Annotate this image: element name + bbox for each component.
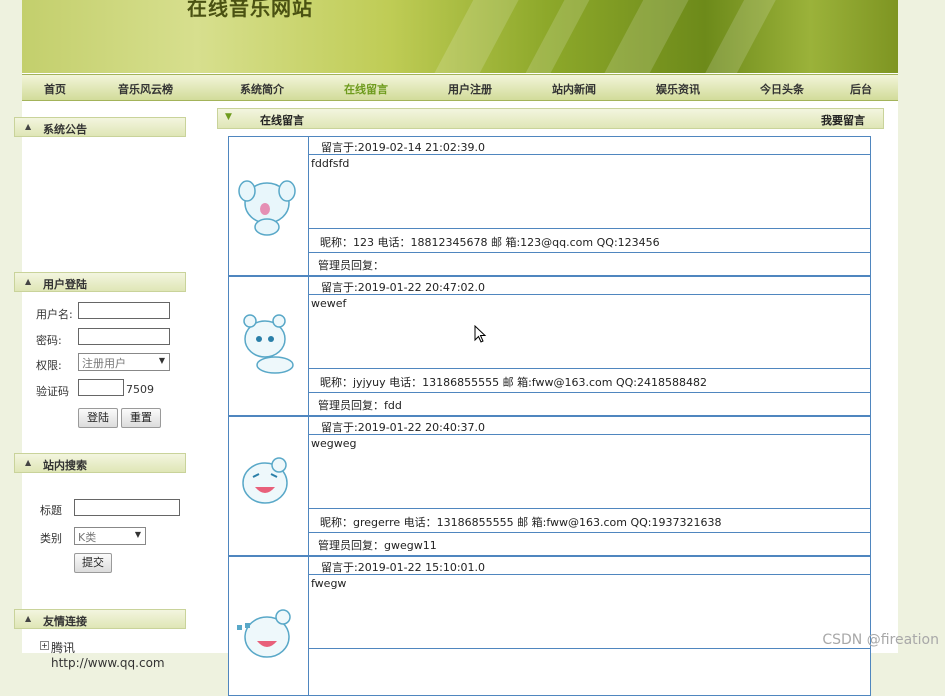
captcha-code: 7509 (126, 383, 154, 396)
message-content: fwegw (311, 577, 347, 590)
submit-search-button[interactable]: 提交 (74, 553, 112, 573)
main-nav: 首页 音乐风云榜 系统简介 在线留言 用户注册 站内新闻 娱乐资讯 今日头条 后… (22, 74, 898, 101)
role-select-value: 注册用户 (82, 357, 126, 370)
password-input[interactable] (78, 328, 170, 345)
search-header: ▲ 站内搜索 (14, 453, 186, 473)
message-time: 留言于:2019-01-22 20:40:37.0 (321, 421, 486, 434)
header-banner: 在线音乐网站 (22, 0, 898, 73)
admin-reply: 管理员回复：fdd (318, 399, 402, 412)
site-title: 在线音乐网站 (187, 0, 313, 20)
message-entry: 留言于:2019-02-14 21:02:39.0 fddfsfd 昵称：123… (228, 136, 871, 276)
message-time: 留言于:2019-02-14 21:02:39.0 (321, 141, 486, 154)
role-label: 权限: (36, 359, 62, 372)
message-entry: 留言于:2019-01-22 20:47:02.0 wewef 昵称：jyjyu… (228, 276, 871, 416)
sidebar: ▲ 系统公告 ▲ 用户登陆 用户名: 密码: 权限: 注册用户 ▼ 验证码 75… (8, 106, 186, 670)
admin-reply: 管理员回复：gwegw11 (318, 539, 437, 552)
category-select-value: K类 (78, 531, 97, 544)
mouse-cursor-icon (474, 325, 487, 343)
message-content: wewef (311, 297, 347, 310)
nav-register[interactable]: 用户注册 (448, 81, 492, 97)
chevron-down-icon: ▼ (158, 356, 165, 365)
chevron-down-icon: ▼ (134, 530, 141, 539)
login-title: 用户登陆 (43, 278, 87, 291)
nav-admin[interactable]: 后台 (850, 81, 872, 97)
search-title-label: 标题 (40, 504, 62, 517)
avatar (242, 457, 288, 504)
nav-headlines[interactable]: 今日头条 (760, 81, 804, 97)
avatar (237, 609, 291, 658)
message-content: fddfsfd (311, 157, 350, 170)
avatar-cell (229, 557, 309, 695)
leave-message-link[interactable]: 我要留言 (821, 112, 865, 128)
nav-music-chart[interactable]: 音乐风云榜 (118, 81, 173, 97)
expand-icon: + (40, 641, 49, 650)
avatar-cell (229, 417, 309, 555)
nav-online-message[interactable]: 在线留言 (344, 81, 388, 97)
avatar (238, 180, 296, 236)
reset-button[interactable]: 重置 (121, 408, 161, 428)
search-title-input[interactable] (74, 499, 180, 516)
admin-reply: 管理员回复： (318, 259, 384, 272)
nav-home[interactable]: 首页 (44, 81, 66, 97)
message-entry: 留言于:2019-01-22 15:10:01.0 fwegw (228, 556, 871, 696)
notice-title: 系统公告 (43, 123, 87, 136)
login-header: ▲ 用户登陆 (14, 272, 186, 292)
nav-entertainment[interactable]: 娱乐资讯 (656, 81, 700, 97)
message-entry: 留言于:2019-01-22 20:40:37.0 wegweg 昵称：greg… (228, 416, 871, 556)
watermark: CSDN @fireation (822, 632, 939, 648)
message-info: 昵称：jyjyuy 电话：13186855555 邮 箱:fww@163.com… (320, 376, 707, 389)
notice-header: ▲ 系统公告 (14, 117, 186, 137)
collapse-arrow-icon: ▲ (25, 122, 32, 131)
link-item[interactable]: 腾讯http://www.qq.com (51, 639, 180, 670)
collapse-arrow-icon: ▲ (25, 458, 32, 467)
captcha-input[interactable] (78, 379, 124, 396)
password-label: 密码: (36, 334, 62, 347)
nav-news[interactable]: 站内新闻 (552, 81, 596, 97)
message-panel-header: ▼ 在线留言 我要留言 (217, 108, 884, 129)
message-info: 昵称：123 电话：18812345678 邮 箱:123@qq.com QQ:… (320, 236, 660, 249)
role-select[interactable]: 注册用户 ▼ (78, 353, 170, 371)
links-header: ▲ 友情连接 (14, 609, 186, 629)
links-title: 友情连接 (43, 615, 87, 628)
username-label: 用户名: (36, 308, 73, 321)
category-label: 类别 (40, 532, 62, 545)
login-button[interactable]: 登陆 (78, 408, 118, 428)
search-title: 站内搜索 (43, 459, 87, 472)
username-input[interactable] (78, 302, 170, 319)
collapse-arrow-icon: ▲ (25, 614, 32, 623)
category-select[interactable]: K类 ▼ (74, 527, 146, 545)
avatar-cell (229, 137, 309, 275)
triangle-down-icon: ▼ (225, 112, 232, 122)
avatar (243, 314, 294, 374)
collapse-arrow-icon: ▲ (25, 277, 32, 286)
message-info: 昵称：gregerre 电话：13186855555 邮 箱:fww@163.c… (320, 516, 722, 529)
nav-system-intro[interactable]: 系统简介 (240, 81, 284, 97)
message-content: wegweg (311, 437, 357, 450)
captcha-label: 验证码 (36, 385, 69, 398)
message-time: 留言于:2019-01-22 20:47:02.0 (321, 281, 486, 294)
message-panel-title: 在线留言 (260, 114, 304, 127)
avatar-cell (229, 277, 309, 415)
message-time: 留言于:2019-01-22 15:10:01.0 (321, 561, 486, 574)
